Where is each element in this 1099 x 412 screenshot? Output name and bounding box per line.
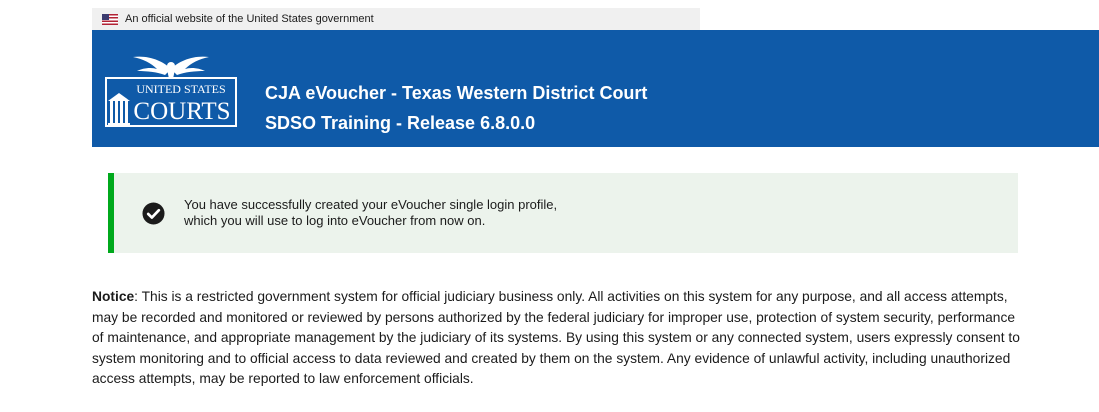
logo-line2: COURTS: [133, 98, 230, 125]
success-alert: You have successfully created your eVouc…: [108, 173, 1018, 253]
us-flag-icon: [102, 13, 118, 25]
logo-line1: UNITED STATES: [136, 82, 225, 96]
notice-text: Notice: This is a restricted government …: [92, 287, 1022, 390]
notice-label: Notice: [92, 289, 135, 304]
alert-line2: which you will use to log into eVoucher …: [184, 213, 486, 228]
check-circle-icon: [142, 202, 165, 225]
title-line2: SDSO Training - Release 6.8.0.0: [265, 113, 536, 133]
alert-message: You have successfully created your eVouc…: [184, 197, 557, 229]
page-title: CJA eVoucher - Texas Western District Co…: [265, 78, 647, 138]
us-courts-logo[interactable]: UNITED STATES COURTS: [105, 49, 237, 127]
title-line1: CJA eVoucher - Texas Western District Co…: [265, 83, 648, 103]
gov-banner-text: An official website of the United States…: [125, 13, 374, 25]
gov-banner: An official website of the United States…: [92, 8, 700, 30]
alert-line1: You have successfully created your eVouc…: [184, 197, 558, 212]
notice-body: : This is a restricted government system…: [92, 289, 1020, 387]
site-header: UNITED STATES COURTS CJA eVoucher - Texa…: [92, 30, 1099, 147]
